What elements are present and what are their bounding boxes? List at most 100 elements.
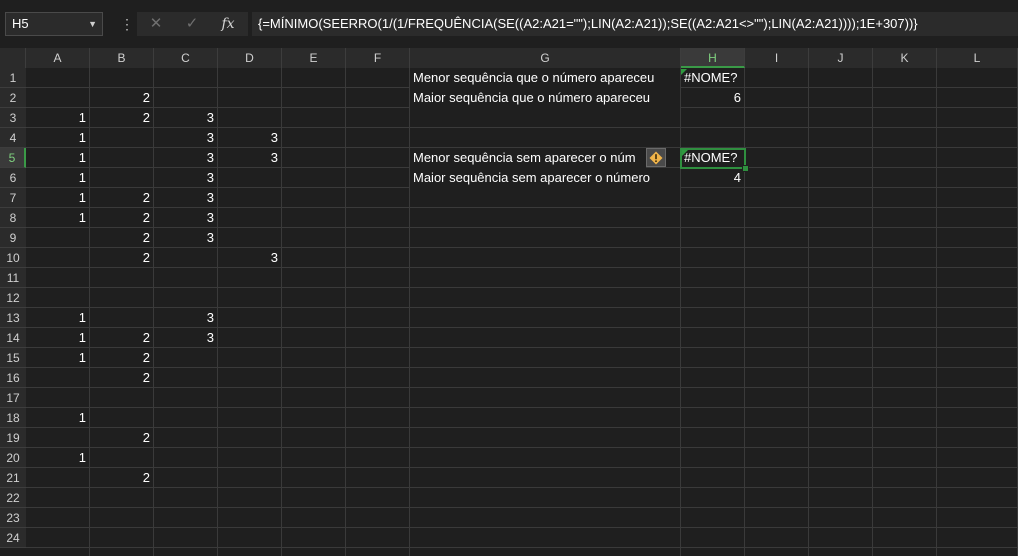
cell-b16[interactable]: 2: [90, 368, 153, 388]
cell-d5[interactable]: 3: [218, 148, 281, 168]
gridline-horizontal: [26, 507, 1018, 508]
select-all-corner[interactable]: [0, 48, 26, 68]
row-header-12[interactable]: 12: [0, 288, 26, 308]
gridline-horizontal: [26, 527, 1018, 528]
close-icon[interactable]: ✕: [145, 12, 167, 36]
row-header-2[interactable]: 2: [0, 88, 26, 108]
column-header-k[interactable]: K: [873, 48, 937, 68]
cell-b10[interactable]: 2: [90, 248, 153, 268]
cell-c7[interactable]: 3: [154, 188, 217, 208]
cell-b8[interactable]: 2: [90, 208, 153, 228]
row-header-15[interactable]: 15: [0, 348, 26, 368]
cell-b7[interactable]: 2: [90, 188, 153, 208]
cell-g1[interactable]: Menor sequência que o número apareceu: [410, 68, 680, 88]
cell-a5[interactable]: 1: [26, 148, 89, 168]
cell-g5[interactable]: Menor sequência sem aparecer o núm: [410, 148, 646, 168]
row-header-16[interactable]: 16: [0, 368, 26, 388]
column-header-l[interactable]: L: [937, 48, 1018, 68]
cell-h6[interactable]: 4: [681, 168, 744, 188]
row-header-11[interactable]: 11: [0, 268, 26, 288]
row-header-19[interactable]: 19: [0, 428, 26, 448]
row-header-1[interactable]: 1: [0, 68, 26, 88]
cell-c3[interactable]: 3: [154, 108, 217, 128]
row-header-4[interactable]: 4: [0, 128, 26, 148]
row-header-10[interactable]: 10: [0, 248, 26, 268]
gridline-horizontal: [26, 487, 1018, 488]
name-box[interactable]: H5 ▼: [5, 12, 103, 36]
cell-g6[interactable]: Maior sequência sem aparecer o número: [410, 168, 680, 188]
gridline-horizontal: [26, 547, 1018, 548]
cell-a7[interactable]: 1: [26, 188, 89, 208]
cell-c8[interactable]: 3: [154, 208, 217, 228]
column-header-j[interactable]: J: [809, 48, 873, 68]
row-header-23[interactable]: 23: [0, 508, 26, 528]
cell-c6[interactable]: 3: [154, 168, 217, 188]
column-header-f[interactable]: F: [346, 48, 410, 68]
row-header-9[interactable]: 9: [0, 228, 26, 248]
column-header-e[interactable]: E: [282, 48, 346, 68]
cell-b14[interactable]: 2: [90, 328, 153, 348]
column-header-h[interactable]: H: [681, 48, 745, 68]
row-header-13[interactable]: 13: [0, 308, 26, 328]
row-header-6[interactable]: 6: [0, 168, 26, 188]
cell-h1[interactable]: #NOME?: [681, 68, 744, 88]
row-header-20[interactable]: 20: [0, 448, 26, 468]
cell-a20[interactable]: 1: [26, 448, 89, 468]
more-options-icon[interactable]: ⋮: [120, 15, 134, 33]
row-header-21[interactable]: 21: [0, 468, 26, 488]
cell-b15[interactable]: 2: [90, 348, 153, 368]
cell-a8[interactable]: 1: [26, 208, 89, 228]
check-icon[interactable]: ✓: [181, 12, 203, 36]
cell-d10[interactable]: 3: [218, 248, 281, 268]
column-header-g[interactable]: G: [410, 48, 681, 68]
column-header-i[interactable]: I: [745, 48, 809, 68]
fx-icon[interactable]: fx: [217, 12, 239, 36]
cell-a15[interactable]: 1: [26, 348, 89, 368]
gridline-vertical: [872, 68, 873, 556]
cell-a14[interactable]: 1: [26, 328, 89, 348]
warning-icon[interactable]: [646, 148, 666, 167]
cell-b19[interactable]: 2: [90, 428, 153, 448]
row-header-18[interactable]: 18: [0, 408, 26, 428]
column-header-a[interactable]: A: [26, 48, 90, 68]
row-header-8[interactable]: 8: [0, 208, 26, 228]
chevron-down-icon[interactable]: ▼: [88, 13, 97, 35]
cell-b21[interactable]: 2: [90, 468, 153, 488]
row-header-24[interactable]: 24: [0, 528, 26, 548]
row-header-17[interactable]: 17: [0, 388, 26, 408]
row-header-22[interactable]: 22: [0, 488, 26, 508]
cell-a13[interactable]: 1: [26, 308, 89, 328]
cell-c13[interactable]: 3: [154, 308, 217, 328]
cell-c14[interactable]: 3: [154, 328, 217, 348]
row-header-14[interactable]: 14: [0, 328, 26, 348]
cell-g2[interactable]: Maior sequência que o número apareceu: [410, 88, 680, 108]
row-header-3[interactable]: 3: [0, 108, 26, 128]
cell-a18[interactable]: 1: [26, 408, 89, 428]
cell-h2[interactable]: 6: [681, 88, 744, 108]
error-triangle-h1: [681, 69, 687, 75]
cell-b9[interactable]: 2: [90, 228, 153, 248]
gridline-horizontal: [26, 387, 1018, 388]
cell-b3[interactable]: 2: [90, 108, 153, 128]
gridline-vertical: [281, 68, 282, 556]
column-header-c[interactable]: C: [154, 48, 218, 68]
gridline-horizontal: [26, 367, 1018, 368]
cell-b2[interactable]: 2: [90, 88, 153, 108]
row-header-5[interactable]: 5: [0, 148, 26, 168]
cell-d4[interactable]: 3: [218, 128, 281, 148]
gridline-vertical: [936, 68, 937, 556]
gridline-vertical: [744, 68, 745, 556]
column-header-d[interactable]: D: [218, 48, 282, 68]
cell-a3[interactable]: 1: [26, 108, 89, 128]
column-header-b[interactable]: B: [90, 48, 154, 68]
cell-c4[interactable]: 3: [154, 128, 217, 148]
cell-a6[interactable]: 1: [26, 168, 89, 188]
formula-input[interactable]: {=MÍNIMO(SEERRO(1/(1/FREQUÊNCIA(SE((A2:A…: [252, 12, 1018, 36]
gridline-horizontal: [26, 447, 1018, 448]
gridline-vertical: [808, 68, 809, 556]
cell-c9[interactable]: 3: [154, 228, 217, 248]
row-header-7[interactable]: 7: [0, 188, 26, 208]
cell-a4[interactable]: 1: [26, 128, 89, 148]
fill-handle[interactable]: [742, 165, 749, 172]
cell-c5[interactable]: 3: [154, 148, 217, 168]
